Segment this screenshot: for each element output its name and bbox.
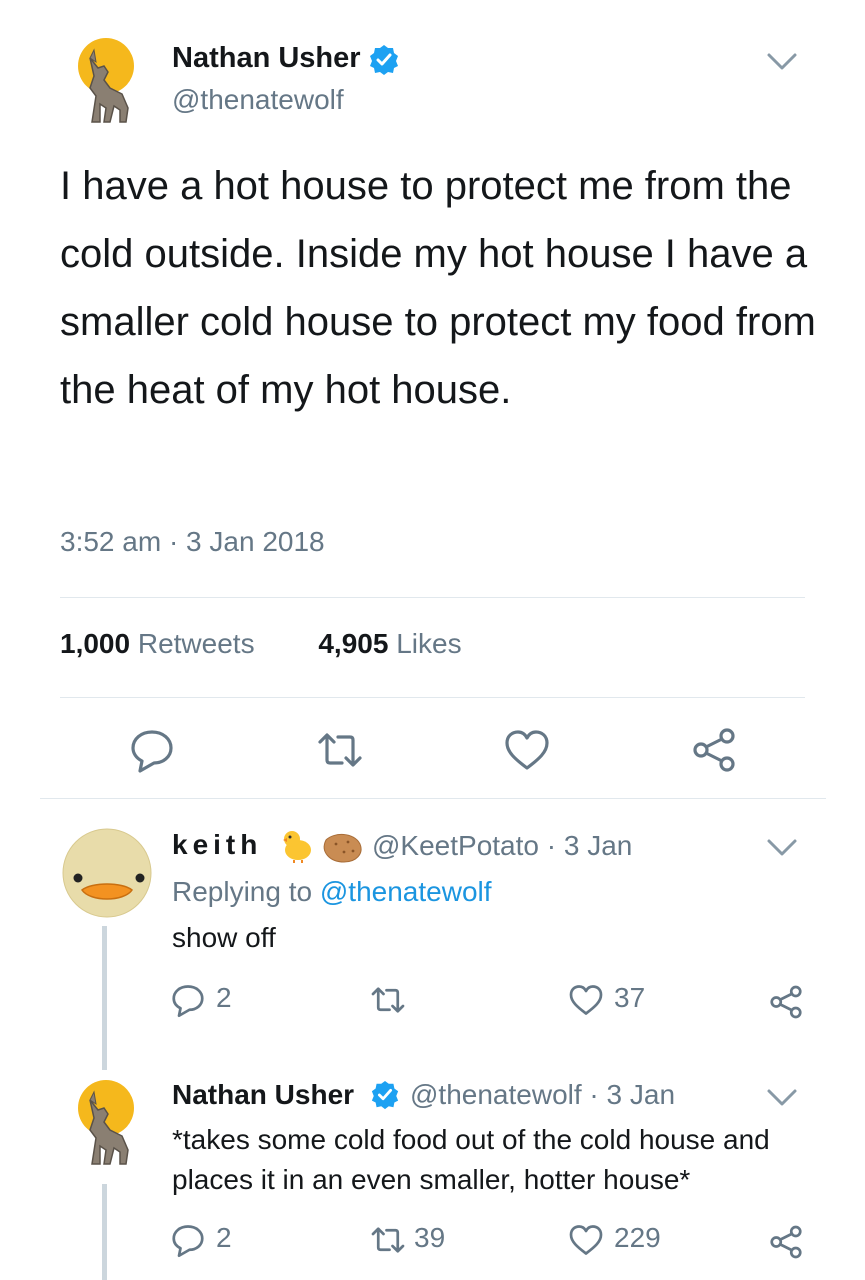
duck-avatar-icon — [62, 828, 152, 918]
tweet-text: I have a hot house to protect me from th… — [60, 164, 816, 412]
like-count: 229 — [614, 1222, 661, 1253]
retweet-icon[interactable] — [370, 982, 406, 1018]
wolf-avatar-icon — [78, 38, 134, 123]
share-icon[interactable] — [690, 726, 738, 774]
reply-icon[interactable] — [170, 1222, 206, 1258]
thread-line — [102, 1184, 107, 1280]
retweet-icon[interactable] — [370, 1222, 406, 1258]
reply-icon[interactable] — [128, 726, 176, 774]
author-name[interactable]: Nathan Usher — [172, 1079, 354, 1111]
reply-meta[interactable]: @KeetPotato · 3 Jan — [372, 830, 632, 862]
retweet-icon[interactable] — [316, 726, 364, 774]
author-name[interactable]: Nathan Usher — [172, 42, 361, 75]
potato-emoji-icon — [320, 830, 364, 864]
reply-text: show off — [172, 922, 276, 953]
retweets-label: Retweets — [137, 628, 255, 659]
tweet-timestamp[interactable]: 3:52 am · 3 Jan 2018 — [60, 526, 325, 558]
divider — [60, 697, 805, 698]
avatar[interactable] — [62, 828, 152, 918]
likes-label: Likes — [396, 628, 462, 659]
author-name[interactable]: keith — [172, 829, 262, 861]
divider — [40, 798, 826, 799]
like-icon[interactable] — [568, 982, 604, 1018]
chevron-down-icon[interactable] — [765, 832, 799, 862]
reply-icon[interactable] — [170, 982, 206, 1018]
verified-badge-icon — [370, 1080, 400, 1110]
likes-stat[interactable]: 4,905 Likes — [318, 628, 461, 659]
like-icon[interactable] — [568, 1222, 604, 1258]
replying-to-link[interactable]: @thenatewolf — [320, 876, 492, 907]
avatar[interactable] — [70, 36, 140, 126]
retweets-stat[interactable]: 1,000 Retweets — [60, 628, 255, 659]
chevron-down-icon[interactable] — [765, 46, 799, 76]
divider — [60, 597, 805, 598]
share-icon[interactable] — [768, 1224, 804, 1260]
reply-text: *takes some cold food out of the cold ho… — [172, 1124, 770, 1195]
like-icon[interactable] — [503, 726, 551, 774]
reply-count: 2 — [216, 982, 232, 1013]
wolf-avatar-icon — [78, 1080, 134, 1165]
chevron-down-icon[interactable] — [765, 1082, 799, 1112]
thread-line — [102, 926, 107, 1070]
replying-prefix: Replying to — [172, 876, 313, 907]
reply-count: 2 — [216, 1222, 232, 1253]
verified-badge-icon — [368, 44, 400, 76]
likes-count: 4,905 — [318, 628, 389, 659]
reply-meta[interactable]: @thenatewolf · 3 Jan — [410, 1079, 675, 1111]
avatar[interactable] — [70, 1078, 140, 1168]
author-handle[interactable]: @thenatewolf — [172, 84, 344, 116]
like-count: 37 — [614, 982, 646, 1013]
tweet-stats: 1,000 Retweets 4,905 Likes — [60, 628, 462, 660]
replying-to: Replying to @thenatewolf — [172, 876, 492, 908]
share-icon[interactable] — [768, 984, 804, 1020]
retweet-count: 39 — [414, 1222, 446, 1253]
chick-emoji-icon — [280, 826, 318, 864]
retweets-count: 1,000 — [60, 628, 131, 659]
